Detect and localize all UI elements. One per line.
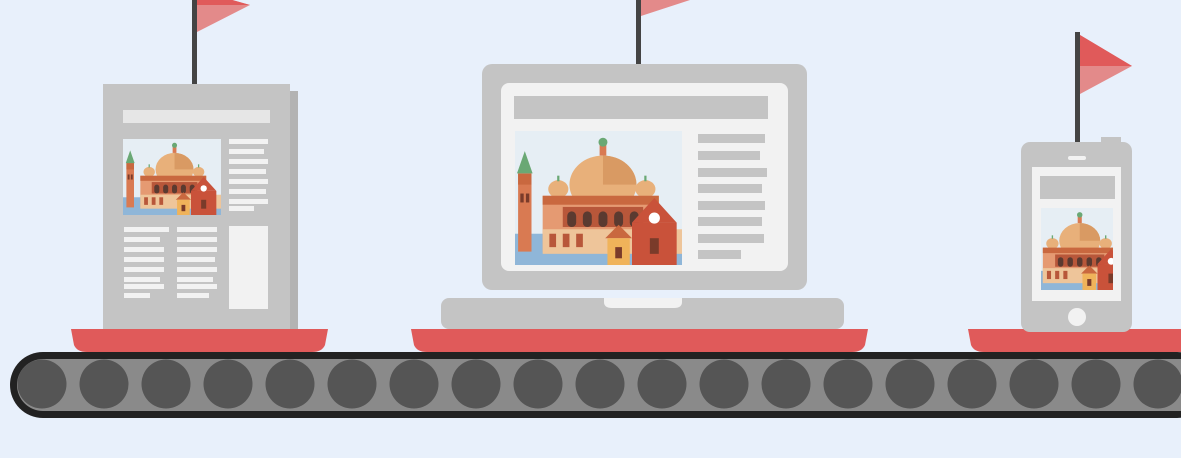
phone-page-header <box>1040 176 1115 199</box>
belt-roller <box>451 359 501 409</box>
newspaper-icon <box>103 0 298 329</box>
belt-roller <box>17 359 67 409</box>
belt-roller <box>1133 359 1181 409</box>
laptop-icon <box>441 0 844 329</box>
laptop-page-header <box>514 96 768 119</box>
belt-roller <box>513 359 563 409</box>
belt-roller <box>885 359 935 409</box>
phone-home-button <box>1068 308 1086 326</box>
belt-roller <box>389 359 439 409</box>
venice-cityscape-icon <box>515 131 682 265</box>
belt-roller <box>265 359 315 409</box>
conveyor-belt <box>10 352 1181 418</box>
flag-pole <box>636 0 641 66</box>
flag-pole <box>192 0 197 86</box>
belt-roller <box>141 359 191 409</box>
belt-roller <box>761 359 811 409</box>
smartphone-icon <box>1021 32 1132 332</box>
belt-roller <box>637 359 687 409</box>
newspaper-headline <box>123 110 270 123</box>
laptop-platform <box>411 329 868 352</box>
belt-roller <box>947 359 997 409</box>
newspaper-side-box <box>229 226 268 309</box>
venice-cityscape-icon <box>123 139 221 215</box>
flag-pole <box>1075 32 1080 144</box>
belt-roller <box>699 359 749 409</box>
belt-roller <box>203 359 253 409</box>
belt-roller <box>823 359 873 409</box>
phone-platform <box>968 329 1181 352</box>
belt-roller <box>1009 359 1059 409</box>
flag <box>641 0 690 16</box>
newspaper-platform <box>71 329 328 352</box>
conveyor-belt-illustration <box>10 0 1181 418</box>
belt-roller <box>1071 359 1121 409</box>
phone-speaker <box>1068 156 1086 160</box>
laptop-notch <box>604 298 682 308</box>
belt-roller <box>575 359 625 409</box>
belt-roller <box>327 359 377 409</box>
belt-roller <box>79 359 129 409</box>
